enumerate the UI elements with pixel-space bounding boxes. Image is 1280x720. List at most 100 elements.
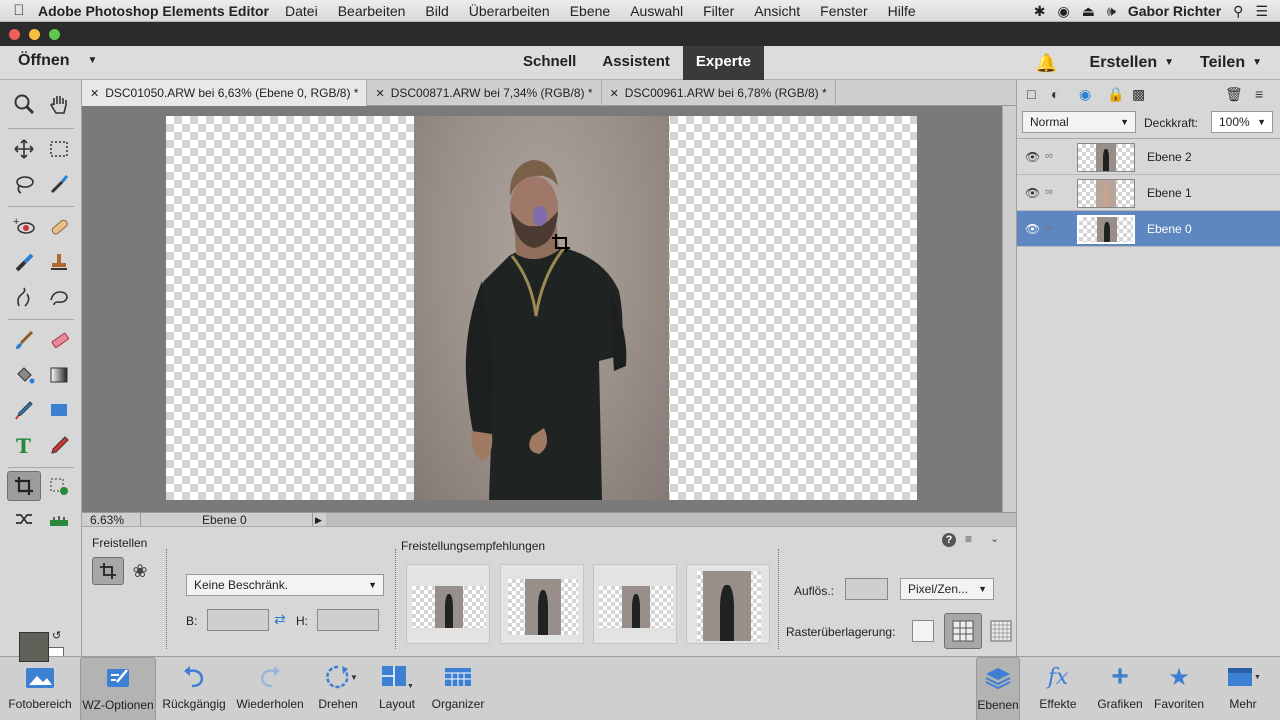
collapse-chevron-icon[interactable]: ⌄ xyxy=(990,532,999,545)
menu-datei[interactable]: Datei xyxy=(285,3,318,19)
more-button[interactable]: ▼ Mehr xyxy=(1218,657,1268,720)
clone-stamp-tool-icon[interactable] xyxy=(44,248,74,276)
menu-auswahl[interactable]: Auswahl xyxy=(630,3,683,19)
visibility-eye-icon[interactable]: 👁 xyxy=(1025,150,1040,164)
crop-suggestion-thumb[interactable] xyxy=(406,564,490,644)
open-button[interactable]: Öffnen ▼ xyxy=(18,52,97,70)
undo-button[interactable]: Rückgängig xyxy=(160,657,228,720)
menu-ueberarbeiten[interactable]: Überarbeiten xyxy=(469,3,550,19)
organizer-button[interactable]: Organizer xyxy=(428,657,488,720)
mode-assistent[interactable]: Assistent xyxy=(589,46,683,80)
link-icon[interactable]: ∞ xyxy=(1045,150,1053,162)
layers-panel-button[interactable]: Ebenen xyxy=(976,657,1020,720)
layers-menu-icon[interactable]: ≡ xyxy=(1255,86,1263,102)
hand-tool-icon[interactable] xyxy=(44,90,74,118)
canvas-area[interactable] xyxy=(82,106,1002,512)
menu-hilfe[interactable]: Hilfe xyxy=(888,3,916,19)
document-tab[interactable]: ✕ DSC01050.ARW bei 6,63% (Ebene 0, RGB/8)… xyxy=(82,80,368,106)
minimize-window-button[interactable] xyxy=(29,29,40,40)
paint-bucket-tool-icon[interactable] xyxy=(9,361,39,389)
layer-mask-icon[interactable]: ◉ xyxy=(1079,86,1091,103)
user-menu[interactable]: Gabor Richter xyxy=(1128,3,1221,19)
link-icon[interactable]: ∞ xyxy=(1045,222,1053,234)
crop-suggestion-thumb[interactable] xyxy=(500,564,584,644)
adjustment-layer-icon[interactable]: ◐ xyxy=(1051,86,1059,102)
swap-dimensions-icon[interactable]: ⇄ xyxy=(274,611,286,628)
lasso-tool-icon[interactable] xyxy=(9,170,39,198)
app-name-menu[interactable]: Adobe Photoshop Elements Editor xyxy=(38,3,269,19)
shape-tool-icon[interactable] xyxy=(44,396,74,424)
sponge-tool-icon[interactable] xyxy=(44,283,74,311)
create-button[interactable]: Erstellen ▼ xyxy=(1090,54,1175,72)
zoom-window-button[interactable] xyxy=(49,29,60,40)
redo-button[interactable]: Wiederholen xyxy=(234,657,306,720)
brush-tool-icon[interactable] xyxy=(9,326,39,354)
grid-overlay-none-button[interactable] xyxy=(912,620,934,642)
text-tool-icon[interactable]: T xyxy=(9,431,39,459)
bluetooth-icon[interactable]: ✱ xyxy=(1034,3,1046,20)
help-icon[interactable]: ? xyxy=(942,533,956,547)
mode-schnell[interactable]: Schnell xyxy=(510,46,589,80)
spot-healing-tool-icon[interactable] xyxy=(44,213,74,241)
foreground-color-swatch[interactable] xyxy=(19,632,49,662)
height-input[interactable] xyxy=(317,609,379,631)
layer-row[interactable]: 👁 ∞ Ebene 1 xyxy=(1017,175,1280,211)
content-aware-move-tool-icon[interactable] xyxy=(9,505,39,533)
width-input[interactable] xyxy=(207,609,269,631)
crop-mode-button[interactable] xyxy=(92,557,124,585)
resolution-unit-select[interactable]: Pixel/Zen... ▼ xyxy=(900,578,994,600)
share-button[interactable]: Teilen ▼ xyxy=(1200,54,1262,72)
document-tab[interactable]: ✕ DSC00961.ARW bei 6,78% (RGB/8) * xyxy=(602,80,836,106)
menu-bild[interactable]: Bild xyxy=(425,3,448,19)
spotlight-search-icon[interactable]: ⚲ xyxy=(1233,3,1243,20)
options-menu-icon[interactable]: ≡ xyxy=(965,532,972,546)
marquee-tool-icon[interactable] xyxy=(44,135,74,163)
menu-ansicht[interactable]: Ansicht xyxy=(754,3,800,19)
lock-transparency-icon[interactable]: ▩ xyxy=(1132,86,1145,103)
resolution-input[interactable] xyxy=(845,578,888,600)
apple-icon[interactable]:  xyxy=(0,2,38,19)
blend-mode-select[interactable]: Normal ▼ xyxy=(1022,111,1136,133)
recompose-tool-icon[interactable] xyxy=(44,472,74,500)
new-layer-icon[interactable]: □ xyxy=(1027,86,1035,102)
crop-constraint-select[interactable]: Keine Beschränk. ▼ xyxy=(186,574,384,596)
close-tab-icon[interactable]: ✕ xyxy=(90,88,99,100)
gradient-tool-icon[interactable] xyxy=(44,361,74,389)
menu-fenster[interactable]: Fenster xyxy=(820,3,867,19)
status-menu-arrow-icon[interactable]: ▶ xyxy=(312,513,324,527)
crop-suggestion-thumb[interactable] xyxy=(686,564,770,644)
horizontal-scrollbar[interactable] xyxy=(326,513,1016,527)
crop-tool-icon[interactable] xyxy=(7,471,41,501)
blur-tool-icon[interactable] xyxy=(9,283,39,311)
quick-selection-tool-icon[interactable] xyxy=(44,170,74,198)
red-eye-tool-icon[interactable]: + xyxy=(9,213,39,241)
layer-row-selected[interactable]: 👁 ∞ Ebene 0 xyxy=(1017,211,1280,247)
eyedropper-tool-icon[interactable] xyxy=(9,396,39,424)
eject-icon[interactable]: ⏏ xyxy=(1082,3,1095,20)
vertical-scrollbar[interactable] xyxy=(1002,106,1016,512)
close-tab-icon[interactable]: ✕ xyxy=(610,88,619,100)
eraser-tool-icon[interactable] xyxy=(44,326,74,354)
zoom-tool-icon[interactable] xyxy=(9,90,39,118)
delete-layer-icon[interactable]: 🗑 xyxy=(1225,86,1243,103)
cookie-cutter-button[interactable]: ❀ xyxy=(129,560,151,582)
lock-all-icon[interactable]: 🔒 xyxy=(1107,86,1124,103)
document-canvas[interactable] xyxy=(166,116,917,500)
layout-button[interactable]: ▼ Layout xyxy=(374,657,420,720)
straighten-tool-icon[interactable] xyxy=(44,505,74,533)
notification-bell-icon[interactable]: 🔔 xyxy=(1035,53,1057,74)
tool-options-button[interactable]: WZ-Optionen xyxy=(80,657,156,720)
favorites-button[interactable]: ★ Favoriten xyxy=(1150,657,1208,720)
volume-icon[interactable]: 🕪 xyxy=(1107,3,1116,20)
menu-bearbeiten[interactable]: Bearbeiten xyxy=(338,3,406,19)
mode-experte[interactable]: Experte xyxy=(682,46,764,80)
smart-brush-tool-icon[interactable] xyxy=(9,248,39,276)
menu-ebene[interactable]: Ebene xyxy=(570,3,610,19)
rotate-button[interactable]: ▼ Drehen xyxy=(310,657,366,720)
swap-colors-icon[interactable]: ↺ xyxy=(52,629,61,642)
opacity-input[interactable]: 100% ▼ xyxy=(1211,111,1273,133)
menu-filter[interactable]: Filter xyxy=(703,3,734,19)
wifi-icon[interactable]: ◉ xyxy=(1058,3,1070,20)
document-tab[interactable]: ✕ DSC00871.ARW bei 7,34% (RGB/8) * xyxy=(367,80,602,106)
visibility-eye-icon[interactable]: 👁 xyxy=(1025,186,1040,200)
